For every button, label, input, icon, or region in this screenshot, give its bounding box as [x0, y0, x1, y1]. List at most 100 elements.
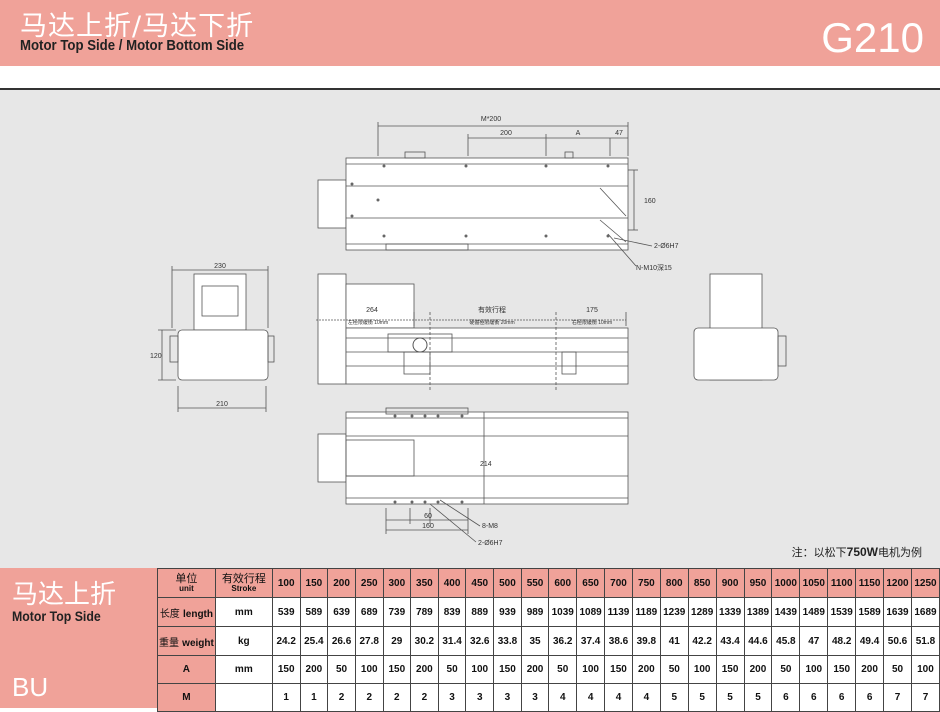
stroke-header-cell: 1250	[910, 568, 940, 598]
stroke-header-cell: 700	[604, 568, 633, 598]
dim-47: 47	[615, 130, 623, 137]
note-safety-left: 左極限緩衝 10mm	[348, 319, 388, 326]
table-cell: 200	[631, 655, 661, 684]
table-cell: 1339	[715, 597, 745, 627]
table-cell: 100	[687, 655, 717, 684]
table-cell: 689	[354, 597, 384, 627]
header-banner: 马达上折/马达下折 Motor Top Side / Motor Bottom …	[0, 0, 940, 66]
stroke-header-cell: 900	[715, 568, 745, 598]
table-cell: 50	[548, 655, 578, 684]
dim-264: 264	[366, 307, 378, 314]
table-cell: 200	[855, 655, 885, 684]
table-cell: 150	[493, 655, 522, 684]
table-cell: 50	[771, 655, 801, 684]
table-cell: 50	[883, 655, 912, 684]
table-cell: 3	[465, 683, 495, 712]
panel-title-en: Motor Top Side	[12, 608, 101, 624]
table-cell: 1439	[771, 597, 801, 627]
table-cell: 5	[715, 683, 745, 712]
stroke-header-cell: 1000	[771, 568, 801, 598]
table-cell: 2	[410, 683, 439, 712]
table-cell: 33.8	[493, 626, 522, 656]
footnote: 注：以松下750W电机为例	[792, 544, 922, 560]
stroke-header-cell: 1100	[827, 568, 857, 598]
stroke-header-cell: 350	[410, 568, 439, 598]
dim-m200: M*200	[481, 116, 501, 123]
table-cell: 100	[465, 655, 495, 684]
technical-drawing: M*200 200 A 47 160 2-Ø6H7 N-M10深15 230 1…	[0, 88, 940, 568]
table-cell: 2	[327, 683, 356, 712]
dim-60: 60	[424, 513, 432, 520]
table-cell: 3	[520, 683, 550, 712]
table-cell: 150	[715, 655, 745, 684]
panel-title-cn: 马达上折	[12, 580, 117, 610]
table-cell: 35	[520, 626, 550, 656]
dim-2-6h7-bot: 2-Ø6H7	[478, 540, 503, 547]
stroke-header-cell: 200	[327, 568, 356, 598]
spec-table: 单位 unit 有效行程 Stroke 100 150 200 250 300 350 400 450…	[157, 568, 940, 712]
table-cell: 43.4	[715, 626, 745, 656]
table-cell: 24.2	[271, 626, 301, 656]
stroke-header-cell: 600	[548, 568, 578, 598]
table-cell: 1239	[659, 597, 689, 627]
table-cell: 5	[659, 683, 689, 712]
table-cell: 6	[799, 683, 829, 712]
table-cell: 200	[520, 655, 550, 684]
table-cell: 2	[382, 683, 412, 712]
table-cell: 48.2	[827, 626, 857, 656]
row-label-en: weight	[182, 637, 214, 649]
table-cell: 4	[631, 683, 661, 712]
table-cell: 1489	[799, 597, 829, 627]
dim-8-m8: 8-M8	[482, 523, 498, 530]
table-cell: 36.2	[548, 626, 578, 656]
panel-code: BU	[12, 672, 49, 702]
stroke-header-cell: 1200	[883, 568, 912, 598]
row-label-cn: 重量	[158, 637, 183, 649]
table-cell: 51.8	[910, 626, 940, 656]
row-label-en: A	[182, 664, 191, 675]
header-stroke-cell: 有效行程 Stroke	[214, 568, 273, 598]
table-cell: 789	[410, 597, 439, 627]
table-cell: 150	[271, 655, 301, 684]
table-cell: 200	[410, 655, 439, 684]
header-unit-en: unit	[179, 584, 194, 593]
table-cell: 4	[576, 683, 606, 712]
table-row: M112222333344445555666677	[157, 683, 940, 712]
table-cell: 1039	[548, 597, 578, 627]
stroke-header-cell: 800	[659, 568, 689, 598]
table-cell: 6	[771, 683, 801, 712]
table-cell: 1689	[910, 597, 940, 627]
note-safety-mid: 硬體極限緩衝 20mm	[469, 319, 514, 326]
table-cell: 41	[659, 626, 689, 656]
table-cell: 3	[493, 683, 522, 712]
table-cell: 150	[604, 655, 633, 684]
table-cell: 2	[354, 683, 384, 712]
header-unit-cell: 单位 unit	[157, 568, 216, 598]
dim-2-6h7-top: 2-Ø6H7	[654, 243, 679, 250]
dim-210: 210	[216, 401, 228, 408]
row-unit-cell: mm	[214, 655, 273, 684]
table-cell: 150	[382, 655, 412, 684]
row-label-cell: 长度 length	[157, 597, 216, 627]
stroke-header-cell: 750	[631, 568, 661, 598]
stroke-header-cell: 300	[382, 568, 412, 598]
table-cell: 5	[743, 683, 773, 712]
table-cell: 1639	[883, 597, 912, 627]
table-cell: 1539	[827, 597, 857, 627]
dim-160b: 160	[422, 523, 434, 530]
stroke-header-cell: 250	[354, 568, 384, 598]
table-cell: 5	[687, 683, 717, 712]
table-cell: 100	[576, 655, 606, 684]
header-stroke-en: Stroke	[231, 584, 257, 593]
table-cell: 1	[271, 683, 301, 712]
stroke-header-cell: 150	[299, 568, 329, 598]
table-cell: 37.4	[576, 626, 606, 656]
stroke-header-cell: 1150	[855, 568, 885, 598]
table-cell: 6	[855, 683, 885, 712]
table-cell: 50	[437, 655, 467, 684]
table-cell: 200	[299, 655, 329, 684]
table-cell: 49.4	[855, 626, 885, 656]
table-cell: 100	[354, 655, 384, 684]
table-cell: 889	[465, 597, 495, 627]
table-cell: 589	[299, 597, 329, 627]
